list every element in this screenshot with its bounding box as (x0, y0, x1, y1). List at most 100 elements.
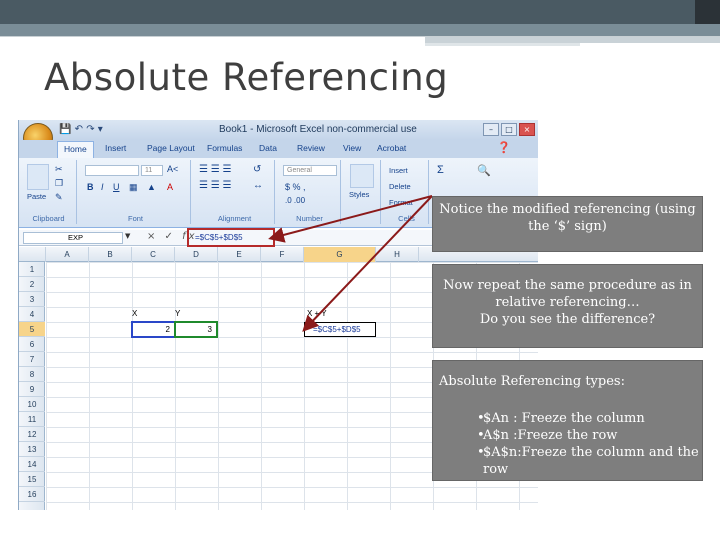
row-header[interactable]: 10 (19, 397, 45, 412)
cell-f5-active[interactable]: =$C$5+$D$5 (304, 322, 376, 337)
italic-icon[interactable]: I (101, 182, 104, 192)
group-cells: Insert Delete Format Cells (385, 160, 429, 224)
row-header[interactable]: 13 (19, 442, 45, 457)
row-header[interactable]: 12 (19, 427, 45, 442)
grow-font-icon[interactable]: A˂ (167, 164, 178, 174)
align-left-icon[interactable]: ☰ ☰ ☰ (199, 180, 231, 191)
styles-icon[interactable] (350, 164, 374, 188)
styles-label: Styles (349, 190, 370, 199)
group-alignment: ☰ ☰ ☰ ☰ ☰ ☰ ↺ ↔ Alignment (195, 160, 275, 224)
window-controls: – □ × (483, 123, 535, 136)
row-header[interactable]: 11 (19, 412, 45, 427)
row-header[interactable]: 6 (19, 337, 45, 352)
row-header[interactable]: 8 (19, 367, 45, 382)
tab-view[interactable]: View (343, 143, 361, 153)
tab-acrobat[interactable]: Acrobat (377, 143, 406, 153)
callout-2-line1: Now repeat the same procedure as in rela… (443, 278, 692, 310)
number-format-combo[interactable]: General (283, 165, 337, 176)
column-header-d[interactable]: D (175, 247, 218, 262)
row-header[interactable]: 9 (19, 382, 45, 397)
slide-title: Absolute Referencing (44, 56, 449, 99)
group-label-number: Number (296, 214, 323, 223)
format-painter-icon[interactable]: ✎ (55, 192, 63, 203)
align-top-icon[interactable]: ☰ ☰ ☰ (199, 164, 231, 175)
tab-page-layout[interactable]: Page Layout (147, 143, 195, 153)
column-header-e[interactable]: E (218, 247, 261, 262)
delete-button[interactable]: Delete (389, 182, 411, 191)
group-label-clipboard: Clipboard (32, 214, 65, 223)
row-header[interactable]: 2 (19, 277, 45, 292)
row-headers: 1 2 3 4 5 6 7 8 9 10 11 12 13 14 15 16 (19, 262, 45, 510)
select-all-corner[interactable] (19, 247, 46, 262)
font-color-icon[interactable]: A (167, 182, 173, 192)
column-header-g[interactable]: G (304, 247, 376, 262)
fill-color-icon[interactable]: ▲ (147, 182, 156, 192)
list-item: • A$n :Freeze the row (477, 428, 618, 443)
row-header[interactable]: 7 (19, 352, 45, 367)
list-item: • $A$n:Freeze the column and the row (477, 445, 699, 477)
help-icon[interactable]: ❓ (497, 141, 511, 154)
bold-icon[interactable]: B (87, 182, 94, 192)
slide-top-bar (0, 0, 720, 24)
quick-access-toolbar[interactable]: 💾 ↶ ↷ ▾ (59, 124, 103, 135)
group-number: General $ % , .0 .00 Number (279, 160, 341, 224)
font-size-combo[interactable]: 11 (141, 165, 163, 176)
column-header-c[interactable]: C (132, 247, 175, 262)
callout-1-text: Notice the modified referencing (using t… (439, 202, 696, 234)
slide-accent-bar-small (425, 43, 580, 46)
minimize-icon[interactable]: – (483, 123, 499, 136)
copy-icon[interactable]: ❐ (55, 178, 63, 189)
currency-icon[interactable]: $ % , (285, 182, 306, 192)
cell-d5-value: 3 (207, 325, 212, 334)
tab-insert[interactable]: Insert (105, 143, 126, 153)
paste-label: Paste (27, 192, 47, 201)
row-header[interactable]: 1 (19, 262, 45, 277)
cell-c4[interactable]: Y (175, 309, 180, 318)
cell-c5-value: 2 (165, 325, 170, 334)
chevron-down-icon[interactable]: ▼ (125, 232, 130, 240)
cell-f4[interactable]: X + Y (307, 309, 327, 318)
row-header[interactable]: 16 (19, 487, 45, 502)
row-header[interactable]: 3 (19, 292, 45, 307)
excel-window-title: Book1 - Microsoft Excel non-commercial u… (219, 124, 417, 135)
tab-review[interactable]: Review (297, 143, 325, 153)
tab-formulas[interactable]: Formulas (207, 143, 242, 153)
row-header[interactable]: 14 (19, 457, 45, 472)
find-icon[interactable]: 🔍 (477, 164, 491, 177)
row-header[interactable]: 5 (19, 322, 45, 337)
merge-center-icon[interactable]: ↔ (253, 180, 263, 191)
paste-icon[interactable] (27, 164, 49, 190)
name-box[interactable]: EXP (23, 232, 123, 244)
group-label-font: Font (127, 214, 143, 223)
slide-top-bar-corner (695, 0, 720, 24)
borders-icon[interactable]: ▦ (129, 182, 138, 193)
font-name-combo[interactable] (85, 165, 139, 176)
underline-icon[interactable]: U (113, 182, 120, 192)
list-item: • $An : Freeze the column (477, 411, 645, 426)
tab-home[interactable]: Home (57, 141, 94, 158)
format-button[interactable]: Format (389, 198, 413, 207)
absolute-types-list: • $An : Freeze the column • A$n :Freeze th… (439, 410, 702, 478)
column-header-b[interactable]: B (89, 247, 132, 262)
decimal-icon[interactable]: .0 .00 (285, 196, 305, 205)
maximize-icon[interactable]: □ (501, 123, 517, 136)
column-header-h[interactable]: H (376, 247, 419, 262)
callout-3-title: Absolute Referencing types: (439, 374, 625, 389)
callout-absolute-types: Absolute Referencing types: • $An : Freez… (432, 360, 703, 481)
cut-icon[interactable]: ✂ (55, 164, 63, 175)
wrap-text-icon[interactable]: ↺ (253, 164, 261, 175)
column-header-f[interactable]: F (261, 247, 304, 262)
insert-button[interactable]: Insert (389, 166, 408, 175)
tab-data[interactable]: Data (259, 143, 277, 153)
group-font: 11 A˂ B I U ▦ ▲ A Font (81, 160, 191, 224)
autosum-icon[interactable]: Σ (437, 164, 444, 176)
group-clipboard: Paste ✂ ❐ ✎ Clipboard (21, 160, 77, 224)
cell-d5[interactable]: 3 (174, 321, 218, 338)
cell-b4[interactable]: X (132, 309, 137, 318)
close-icon[interactable]: × (519, 123, 535, 136)
row-header[interactable]: 4 (19, 307, 45, 322)
column-header-a[interactable]: A (46, 247, 89, 262)
ribbon-tabs: Home Insert Page Layout Formulas Data Re… (19, 140, 538, 158)
cell-c5[interactable]: 2 (131, 321, 176, 338)
row-header[interactable]: 15 (19, 472, 45, 487)
